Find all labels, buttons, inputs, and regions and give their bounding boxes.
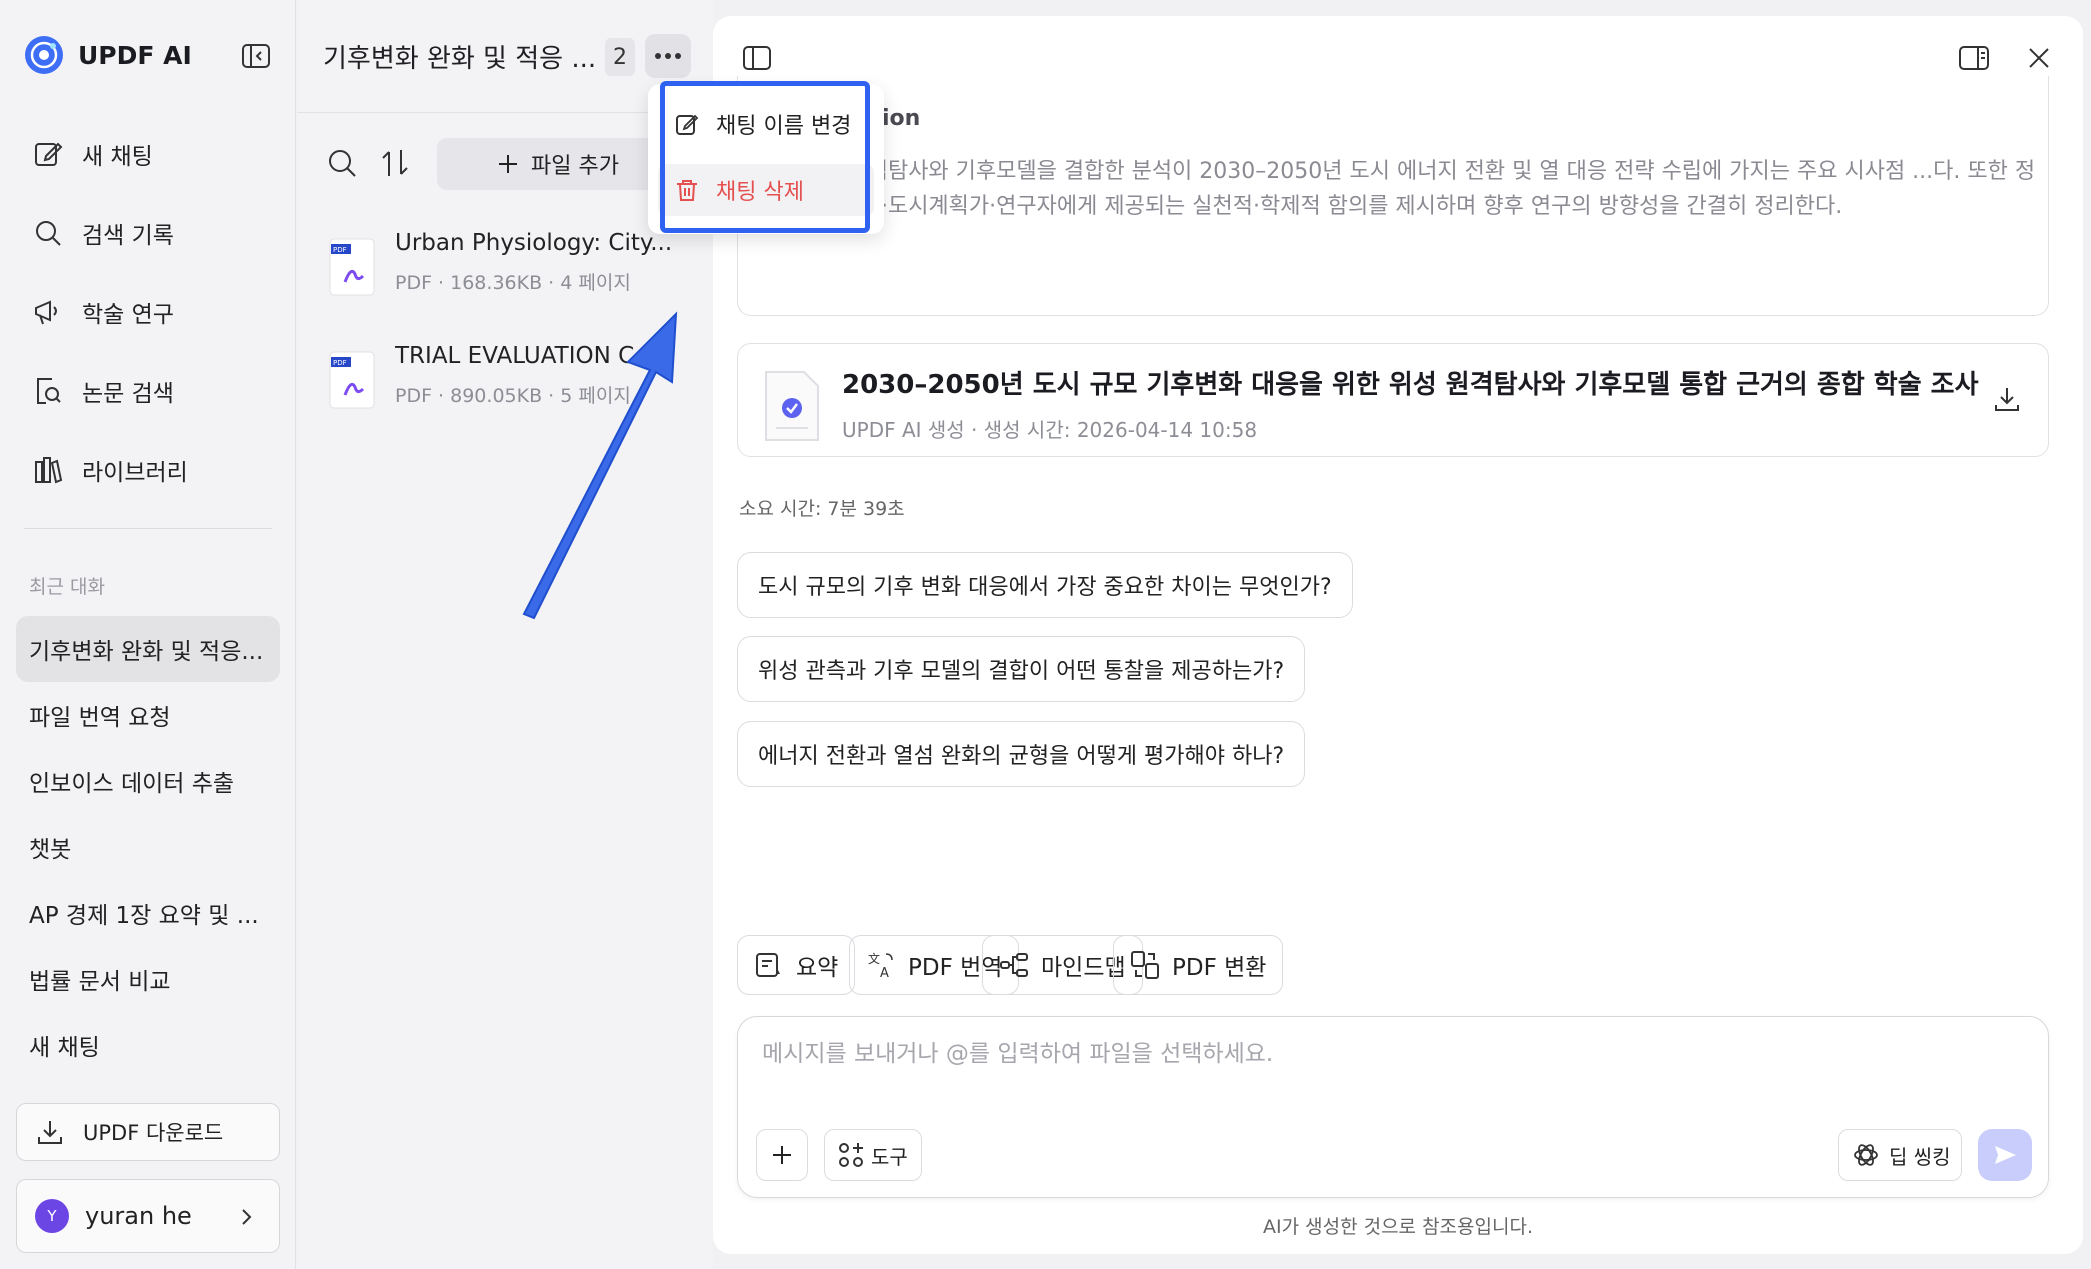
tools-label: 도구: [871, 1144, 908, 1169]
summary-text: 위성 원격탐사와 기후모델을 결합한 분석이 2030–2050년 도시 에너지…: [800, 159, 2036, 219]
sidebar-nav: 새 채팅 검색 기록 학술 연구 논문 검색 라이브러리: [14, 114, 282, 509]
toggle-right-panel-icon[interactable]: [1957, 42, 1991, 74]
recent-chat-item[interactable]: 기후변화 완화 및 적응...: [16, 616, 280, 682]
recent-chat-item[interactable]: 인보이스 데이터 추출: [16, 748, 280, 814]
pdf-convert-button[interactable]: PDF 변환: [1113, 935, 1284, 995]
suggested-question[interactable]: 에너지 전환과 열섬 완화의 균형을 어떻게 평가해야 하나?: [737, 721, 1306, 787]
sidebar-item-label: 학술 연구: [82, 301, 174, 328]
summarize-button[interactable]: 요약: [737, 935, 856, 995]
download-label: UPDF 다운로드: [83, 1121, 224, 1145]
recent-chats-heading: 최근 대화: [29, 576, 105, 598]
svg-text:A: A: [880, 966, 889, 980]
recent-chat-item[interactable]: 새 채팅: [16, 1012, 280, 1078]
sidebar-item-paper-search[interactable]: 논문 검색: [14, 351, 282, 430]
file-count-badge: 2: [605, 38, 635, 76]
close-icon[interactable]: [2023, 42, 2055, 74]
summary-card: ion 위성 원격탐사와 기후모델을 결합한 분석이 2030–2050년 도시…: [737, 76, 2049, 316]
deep-thinking-button[interactable]: 딥 씽킹: [1838, 1129, 1962, 1181]
search-icon[interactable]: [325, 146, 359, 180]
summary-icon: [756, 953, 780, 977]
recent-chat-item[interactable]: 챗봇: [16, 814, 280, 880]
document-meta: UPDF AI 생성 · 생성 시간: 2026-04-14 10:58: [842, 418, 1258, 442]
document-check-icon: [765, 371, 819, 441]
message-composer: 도구 딥 씽킹: [737, 1016, 2049, 1198]
file-item[interactable]: PDF Urban Physiology: City... PDF · 168.…: [327, 230, 707, 310]
svg-text:PDF: PDF: [333, 246, 347, 254]
more-horizontal-icon: [655, 53, 681, 59]
more-options-button[interactable]: [645, 34, 691, 78]
recent-chat-item[interactable]: 법률 문서 비교: [16, 946, 280, 1012]
atom-icon: [1854, 1144, 1878, 1166]
tool-label: PDF 변환: [1172, 955, 1267, 981]
toggle-sidebar-icon[interactable]: [741, 42, 773, 74]
convert-icon: [1131, 951, 1159, 979]
search-icon: [36, 220, 61, 246]
send-button[interactable]: [1978, 1129, 2032, 1181]
attach-button[interactable]: [756, 1129, 808, 1181]
plus-icon: [773, 1146, 791, 1164]
message-input[interactable]: [762, 1041, 2022, 1067]
pdf-file-icon: PDF: [329, 351, 375, 409]
sidebar-item-search-history[interactable]: 검색 기록: [14, 193, 282, 272]
library-icon: [35, 456, 63, 483]
ai-disclaimer: AI가 생성한 것으로 참조용입니다.: [1263, 1216, 1533, 1238]
annotation-highlight-box: [660, 81, 870, 233]
new-chat-icon: [35, 142, 63, 166]
deep-thinking-label: 딥 씽킹: [1889, 1144, 1951, 1169]
recent-chats-list: 기후변화 완화 및 적응... 파일 번역 요청 인보이스 데이터 추출 챗봇 …: [16, 616, 280, 1078]
updf-logo-icon: [25, 36, 63, 74]
mindmap-icon: [1000, 953, 1028, 977]
download-icon: [38, 1121, 62, 1144]
add-file-button[interactable]: 파일 추가: [437, 138, 677, 190]
recent-chat-item[interactable]: AP 경제 1장 요약 및 ...: [16, 880, 280, 946]
summary-title: ion: [882, 106, 921, 131]
tool-label: 요약: [796, 955, 839, 981]
chevron-right-icon: [242, 1209, 252, 1225]
file-meta: PDF · 168.36KB · 4 페이지: [395, 272, 631, 294]
elapsed-time: 소요 시간: 7분 39초: [739, 498, 905, 520]
sort-icon[interactable]: [379, 146, 413, 180]
collapse-sidebar-icon[interactable]: [240, 40, 272, 72]
updf-download-button[interactable]: UPDF 다운로드: [16, 1103, 280, 1161]
sidebar-item-label: 검색 기록: [82, 222, 174, 249]
user-name: yuran he: [85, 1202, 192, 1230]
app-name: UPDF AI: [78, 40, 192, 70]
suggested-question[interactable]: 도시 규모의 기후 변화 대응에서 가장 중요한 차이는 무엇인가?: [737, 552, 1353, 618]
sidebar-item-new-chat[interactable]: 새 채팅: [14, 114, 282, 193]
svg-text:PDF: PDF: [333, 359, 347, 367]
megaphone-icon: [35, 299, 57, 324]
tools-grid-icon: [839, 1143, 863, 1167]
left-sidebar: UPDF AI 새 채팅 검색 기록 학술 연구 논문 검색 라이브러리 최근 …: [0, 0, 296, 1269]
avatar: Y: [35, 1199, 69, 1233]
download-icon[interactable]: [1992, 384, 2022, 414]
recent-chat-item[interactable]: 파일 번역 요청: [16, 682, 280, 748]
plus-icon: [499, 155, 517, 173]
sidebar-item-library[interactable]: 라이브러리: [14, 430, 282, 509]
chat-title: 기후변화 완화 및 적응 ...: [323, 44, 597, 74]
sidebar-item-academic-research[interactable]: 학술 연구: [14, 272, 282, 351]
chat-main-panel: ion 위성 원격탐사와 기후모델을 결합한 분석이 2030–2050년 도시…: [713, 16, 2083, 1254]
sidebar-item-label: 새 채팅: [82, 143, 153, 170]
pdf-file-icon: PDF: [329, 238, 375, 296]
annotation-arrow: [522, 311, 678, 620]
send-icon: [1995, 1146, 2016, 1164]
generated-document-card[interactable]: 2030–2050년 도시 규모 기후변화 대응을 위한 위성 원격탐사와 기후…: [737, 343, 2049, 457]
brand: UPDF AI: [24, 33, 192, 77]
sidebar-item-label: 논문 검색: [82, 380, 174, 407]
sidebar-item-label: 라이브러리: [82, 459, 188, 486]
user-profile-button[interactable]: Y yuran he: [16, 1179, 280, 1253]
add-file-label: 파일 추가: [531, 154, 619, 179]
paper-search-icon: [37, 377, 61, 404]
svg-text:文: 文: [868, 951, 880, 966]
document-title: 2030–2050년 도시 규모 기후변화 대응을 위한 위성 원격탐사와 기후…: [842, 370, 1979, 400]
translate-icon: 文A: [868, 951, 893, 980]
sidebar-divider: [24, 528, 272, 529]
suggested-question[interactable]: 위성 관측과 기후 모델의 결합이 어떤 통찰을 제공하는가?: [737, 636, 1306, 702]
tools-button[interactable]: 도구: [824, 1129, 922, 1181]
